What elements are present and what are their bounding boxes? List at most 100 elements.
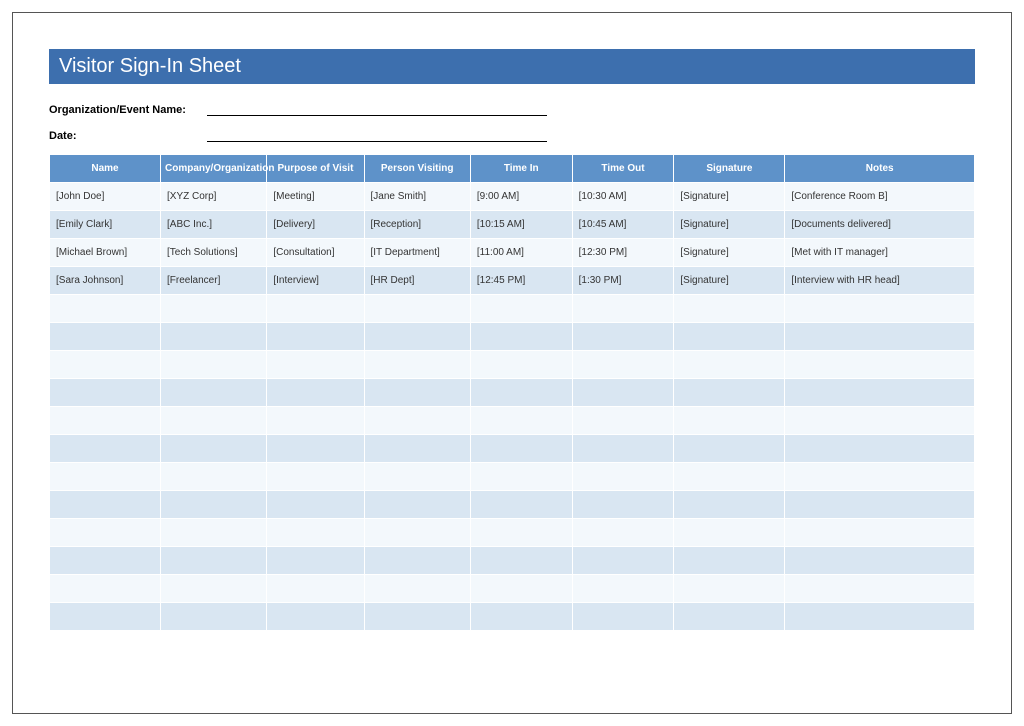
cell-empty[interactable] <box>674 323 785 351</box>
cell-empty[interactable] <box>470 407 572 435</box>
cell-purpose[interactable]: [Meeting] <box>267 183 364 211</box>
cell-empty[interactable] <box>785 519 975 547</box>
cell-notes[interactable]: [Interview with HR head] <box>785 267 975 295</box>
cell-empty[interactable] <box>161 435 267 463</box>
cell-notes[interactable]: [Documents delivered] <box>785 211 975 239</box>
cell-empty[interactable] <box>267 547 364 575</box>
cell-empty[interactable] <box>572 407 674 435</box>
cell-purpose[interactable]: [Consultation] <box>267 239 364 267</box>
org-input-line[interactable] <box>207 102 547 116</box>
cell-name[interactable]: [Sara Johnson] <box>50 267 161 295</box>
cell-purpose[interactable]: [Interview] <box>267 267 364 295</box>
cell-empty[interactable] <box>267 295 364 323</box>
cell-empty[interactable] <box>572 491 674 519</box>
cell-empty[interactable] <box>572 379 674 407</box>
cell-person[interactable]: [Reception] <box>364 211 470 239</box>
cell-empty[interactable] <box>50 435 161 463</box>
cell-empty[interactable] <box>572 575 674 603</box>
cell-empty[interactable] <box>161 519 267 547</box>
cell-empty[interactable] <box>364 295 470 323</box>
cell-empty[interactable] <box>267 379 364 407</box>
cell-empty[interactable] <box>470 379 572 407</box>
cell-empty[interactable] <box>470 463 572 491</box>
cell-empty[interactable] <box>50 491 161 519</box>
cell-empty[interactable] <box>364 435 470 463</box>
cell-empty[interactable] <box>364 603 470 631</box>
cell-signature[interactable]: [Signature] <box>674 183 785 211</box>
cell-company[interactable]: [ABC Inc.] <box>161 211 267 239</box>
cell-time-in[interactable]: [11:00 AM] <box>470 239 572 267</box>
cell-empty[interactable] <box>161 463 267 491</box>
cell-empty[interactable] <box>470 547 572 575</box>
cell-empty[interactable] <box>674 491 785 519</box>
cell-empty[interactable] <box>674 295 785 323</box>
cell-empty[interactable] <box>674 407 785 435</box>
cell-purpose[interactable]: [Delivery] <box>267 211 364 239</box>
cell-empty[interactable] <box>161 295 267 323</box>
cell-empty[interactable] <box>470 575 572 603</box>
cell-empty[interactable] <box>470 603 572 631</box>
cell-empty[interactable] <box>785 491 975 519</box>
cell-time-out[interactable]: [10:30 AM] <box>572 183 674 211</box>
cell-empty[interactable] <box>161 603 267 631</box>
cell-empty[interactable] <box>785 575 975 603</box>
cell-name[interactable]: [Emily Clark] <box>50 211 161 239</box>
cell-empty[interactable] <box>267 407 364 435</box>
cell-empty[interactable] <box>572 435 674 463</box>
cell-empty[interactable] <box>572 351 674 379</box>
cell-empty[interactable] <box>674 603 785 631</box>
cell-empty[interactable] <box>785 379 975 407</box>
cell-empty[interactable] <box>470 295 572 323</box>
cell-time-in[interactable]: [12:45 PM] <box>470 267 572 295</box>
cell-empty[interactable] <box>572 295 674 323</box>
cell-empty[interactable] <box>267 351 364 379</box>
cell-empty[interactable] <box>364 491 470 519</box>
cell-empty[interactable] <box>674 463 785 491</box>
cell-company[interactable]: [Freelancer] <box>161 267 267 295</box>
cell-empty[interactable] <box>364 519 470 547</box>
cell-empty[interactable] <box>785 407 975 435</box>
cell-empty[interactable] <box>161 547 267 575</box>
cell-person[interactable]: [IT Department] <box>364 239 470 267</box>
cell-empty[interactable] <box>785 547 975 575</box>
cell-empty[interactable] <box>572 519 674 547</box>
cell-empty[interactable] <box>785 295 975 323</box>
cell-empty[interactable] <box>785 463 975 491</box>
cell-empty[interactable] <box>364 351 470 379</box>
cell-person[interactable]: [HR Dept] <box>364 267 470 295</box>
cell-time-out[interactable]: [12:30 PM] <box>572 239 674 267</box>
cell-empty[interactable] <box>50 323 161 351</box>
cell-empty[interactable] <box>364 547 470 575</box>
cell-empty[interactable] <box>267 519 364 547</box>
cell-empty[interactable] <box>785 351 975 379</box>
cell-empty[interactable] <box>364 463 470 491</box>
cell-empty[interactable] <box>364 379 470 407</box>
cell-empty[interactable] <box>161 491 267 519</box>
cell-time-out[interactable]: [10:45 AM] <box>572 211 674 239</box>
cell-empty[interactable] <box>470 519 572 547</box>
cell-company[interactable]: [XYZ Corp] <box>161 183 267 211</box>
cell-empty[interactable] <box>470 435 572 463</box>
cell-empty[interactable] <box>50 379 161 407</box>
cell-empty[interactable] <box>785 435 975 463</box>
cell-time-in[interactable]: [10:15 AM] <box>470 211 572 239</box>
cell-person[interactable]: [Jane Smith] <box>364 183 470 211</box>
cell-empty[interactable] <box>572 463 674 491</box>
cell-empty[interactable] <box>674 575 785 603</box>
cell-empty[interactable] <box>161 407 267 435</box>
cell-empty[interactable] <box>50 603 161 631</box>
cell-name[interactable]: [Michael Brown] <box>50 239 161 267</box>
cell-empty[interactable] <box>267 575 364 603</box>
cell-empty[interactable] <box>674 379 785 407</box>
cell-empty[interactable] <box>50 575 161 603</box>
cell-empty[interactable] <box>267 463 364 491</box>
cell-empty[interactable] <box>674 519 785 547</box>
cell-empty[interactable] <box>572 323 674 351</box>
cell-empty[interactable] <box>267 323 364 351</box>
date-input-line[interactable] <box>207 128 547 142</box>
cell-empty[interactable] <box>364 323 470 351</box>
cell-signature[interactable]: [Signature] <box>674 211 785 239</box>
cell-empty[interactable] <box>161 323 267 351</box>
cell-empty[interactable] <box>50 547 161 575</box>
cell-empty[interactable] <box>50 351 161 379</box>
